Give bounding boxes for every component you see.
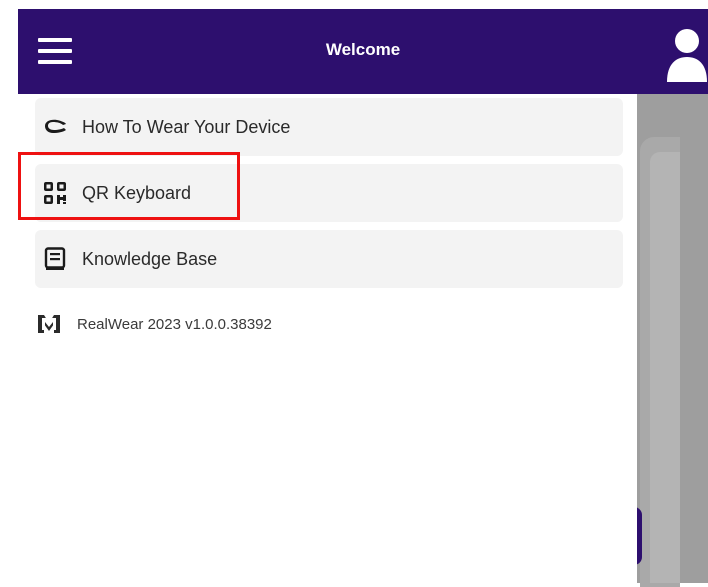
menu-item-knowledge-base[interactable]: Knowledge Base <box>35 230 623 288</box>
user-avatar-icon[interactable] <box>666 26 708 82</box>
app-version: RealWear 2023 v1.0.0.38392 <box>35 313 272 335</box>
selection-highlight <box>18 152 240 220</box>
menu-item-how-to-wear[interactable]: How To Wear Your Device <box>35 98 623 156</box>
menu-item-label: How To Wear Your Device <box>82 116 291 137</box>
headset-icon <box>42 114 68 140</box>
realwear-logo-icon <box>38 315 60 333</box>
app-header: Welcome <box>18 9 708 94</box>
menu-item-label: Knowledge Base <box>82 248 218 269</box>
background-card-inner <box>650 152 680 583</box>
book-icon <box>42 246 68 272</box>
version-text: RealWear 2023 v1.0.0.38392 <box>77 315 272 333</box>
page-title: Welcome <box>325 40 401 59</box>
